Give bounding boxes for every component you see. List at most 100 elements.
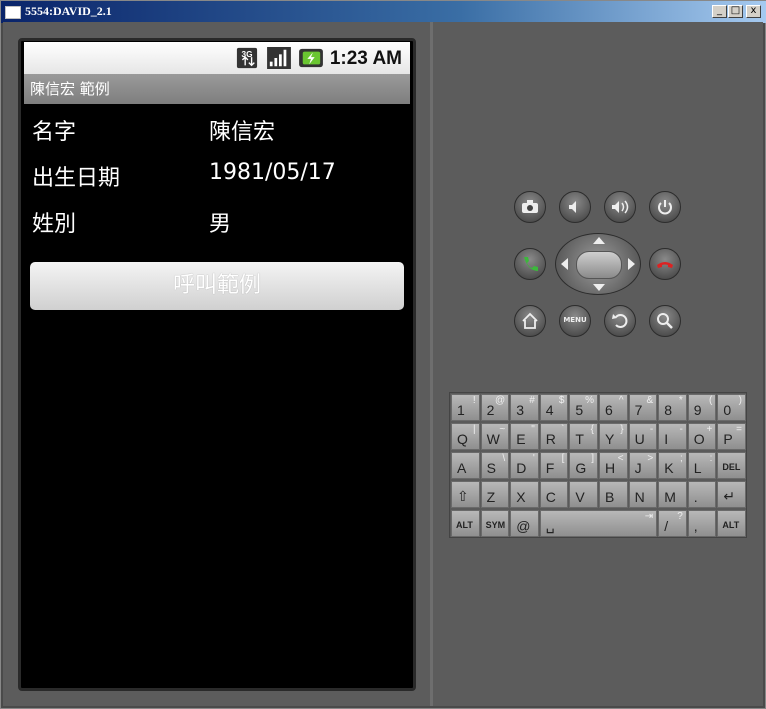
power-button[interactable] [649,191,681,223]
key-main-label: 4 [545,402,554,418]
key-3-1[interactable]: Z [480,481,510,508]
key-3-6[interactable]: N [628,481,658,508]
key-main-label: . [693,489,698,505]
controls-pane [433,22,763,706]
key-main-label: E [516,431,526,447]
key-4-1[interactable]: SYM [480,510,510,537]
key-4-0[interactable]: ALT [451,510,480,537]
key-main-label: ␣ [545,517,555,533]
key-0-1[interactable]: 2 @ [480,394,510,421]
call-example-button[interactable]: 呼叫範例 [30,262,404,310]
key-2-2[interactable]: D ' [510,452,539,479]
key-0-0[interactable]: 1! [451,394,480,421]
key-3-7[interactable]: M [658,481,687,508]
key-main-label: 5 [575,402,584,418]
key-main-label: M [664,489,676,505]
key-2-4[interactable]: G] [569,452,598,479]
key-3-8[interactable]: . [687,481,717,508]
key-main-label: 2 [486,402,495,418]
window-titlebar[interactable]: 5554:DAVID_2.1 _ □ x [1,1,766,23]
dpad-right-icon[interactable] [628,258,635,270]
key-0-8[interactable]: 9( [687,394,717,421]
key-1-7[interactable]: I- [658,423,687,450]
key-shift-label: " [531,424,535,435]
key-main-label: R [545,431,556,447]
minimize-button[interactable]: _ [712,5,727,18]
dpad-up-icon[interactable] [593,237,605,244]
power-icon [658,200,672,215]
key-0-2[interactable]: 3 # [510,394,539,421]
key-0-9[interactable]: 0) [717,394,746,421]
key-0-5[interactable]: 6 ^ [599,394,628,421]
key-4-6[interactable]: ALT [717,510,746,537]
key-1-3[interactable]: R ` [539,423,569,450]
key-2-8[interactable]: L: [687,452,717,479]
key-4-3[interactable]: ␣ ⇥ [539,510,658,537]
camera-icon [522,200,538,213]
volume-down-button[interactable] [559,191,591,223]
search-button[interactable] [649,305,681,337]
key-2-5[interactable]: H < [599,452,628,479]
dpad-down-icon[interactable] [593,284,605,291]
home-icon [522,312,538,329]
key-main-label: 7 [634,402,643,418]
key-3-5[interactable]: B [599,481,628,508]
key-main-label: F [545,460,555,476]
menu-button[interactable]: MENU [559,305,591,337]
key-2-3[interactable]: F[ [539,452,569,479]
key-3-3[interactable]: C [539,481,569,508]
signal-icon [267,47,291,69]
key-2-0[interactable]: A [451,452,480,479]
dpad[interactable] [555,233,641,295]
key-0-4[interactable]: 5% [569,394,598,421]
dpad-center[interactable] [576,251,622,279]
home-button[interactable] [514,305,546,337]
key-3-4[interactable]: V [569,481,598,508]
key-shift-label: : [709,453,713,464]
key-3-2[interactable]: X [510,481,539,508]
key-shift-label: ( [709,395,713,406]
key-1-1[interactable]: W ~ [480,423,510,450]
key-1-8[interactable]: O + [687,423,717,450]
key-3-9[interactable]: ↵ [717,481,746,508]
close-button[interactable]: x [746,5,761,18]
key-main-label: X [516,489,526,505]
key-1-6[interactable]: U- [628,423,658,450]
key-4-2[interactable]: @ [510,510,539,537]
key-1-2[interactable]: E " [510,423,539,450]
key-main-label: 9 [693,402,702,418]
key-2-6[interactable]: J > [628,452,658,479]
field-row-birthdate: 出生日期 1981/05/17 [32,160,402,200]
key-1-0[interactable]: Q | [451,423,480,450]
maximize-button[interactable]: □ [728,5,743,18]
field-value-gender: 男 [209,212,232,237]
dpad-left-icon[interactable] [561,258,568,270]
key-4-4[interactable]: /? [658,510,687,537]
3g-icon: 3G [236,47,258,69]
key-main-label: 1 [457,402,465,418]
window-title: 5554:DAVID_2.1 [25,4,112,18]
key-2-7[interactable]: K; [658,452,687,479]
key-shift-label: ⇥ [644,511,654,522]
key-0-7[interactable]: 8 * [658,394,687,421]
key-2-9[interactable]: DEL [717,452,746,479]
key-0-3[interactable]: 4 $ [539,394,569,421]
end-call-button[interactable] [649,248,681,280]
key-1-9[interactable]: P = [717,423,746,450]
call-button[interactable] [514,248,546,280]
camera-button[interactable] [514,191,546,223]
key-main-label: V [575,489,585,505]
volume-up-button[interactable] [604,191,636,223]
key-1-4[interactable]: T{ [569,423,598,450]
status-bar: 3G 1:23 AM [24,42,410,74]
back-button[interactable] [604,305,636,337]
key-shift-label: - [649,424,654,435]
key-main-label: T [575,431,584,447]
key-2-1[interactable]: S \ [480,452,510,479]
key-0-6[interactable]: 7 & [628,394,658,421]
key-4-5[interactable]: , [687,510,717,537]
key-1-5[interactable]: Y} [599,423,628,450]
key-main-label: ALT [456,520,473,530]
key-main-label: N [634,489,645,505]
key-3-0[interactable]: ⇧ [451,481,480,508]
